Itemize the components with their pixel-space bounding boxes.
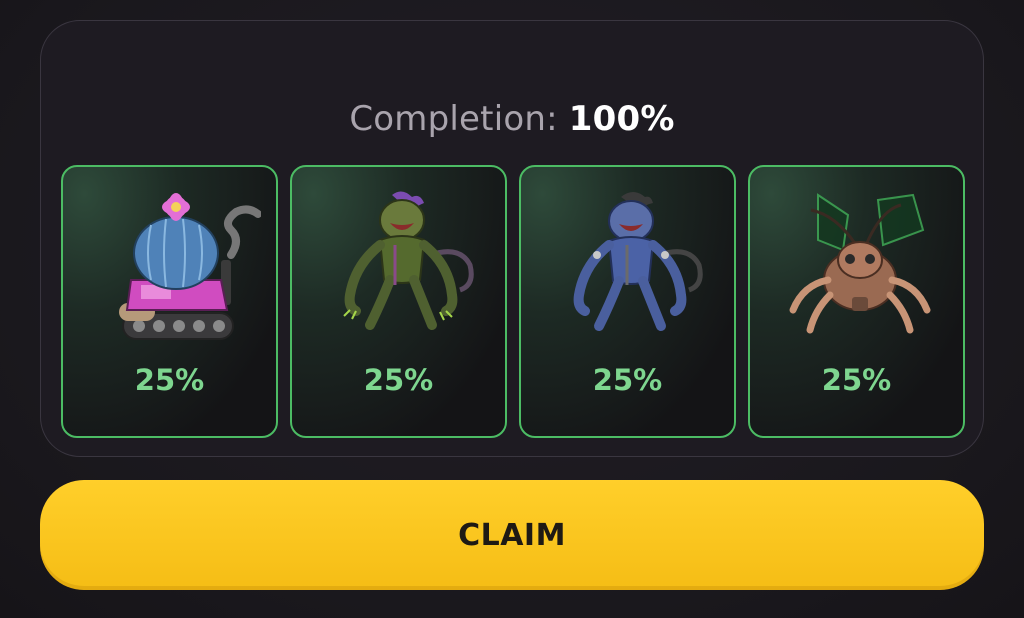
card-percent: 25% bbox=[592, 363, 663, 397]
cactus-tank-creature-icon bbox=[119, 193, 261, 340]
reward-screen: Completion: 100% 25% 25% 25% 25% CLAIM bbox=[0, 0, 1024, 618]
creature-card[interactable]: 25% bbox=[290, 165, 507, 438]
completion-label: Completion: bbox=[349, 99, 558, 139]
creature-card[interactable]: 25% bbox=[748, 165, 965, 438]
creature-card[interactable]: 25% bbox=[519, 165, 736, 438]
robot-insect-creature-icon bbox=[789, 193, 931, 334]
blue-mutant-creature-icon bbox=[573, 192, 703, 331]
card-percent: 25% bbox=[134, 363, 205, 397]
creature-cards: 25% 25% 25% 25% bbox=[61, 165, 965, 438]
green-mutant-creature-icon bbox=[343, 191, 474, 330]
claim-button-label: CLAIM bbox=[458, 517, 566, 553]
card-percent: 25% bbox=[821, 363, 892, 397]
completion-value: 100% bbox=[568, 99, 675, 139]
claim-button[interactable]: CLAIM bbox=[40, 480, 984, 590]
creature-card[interactable]: 25% bbox=[61, 165, 278, 438]
card-percent: 25% bbox=[363, 363, 434, 397]
completion-heading: Completion: 100% bbox=[41, 99, 983, 139]
